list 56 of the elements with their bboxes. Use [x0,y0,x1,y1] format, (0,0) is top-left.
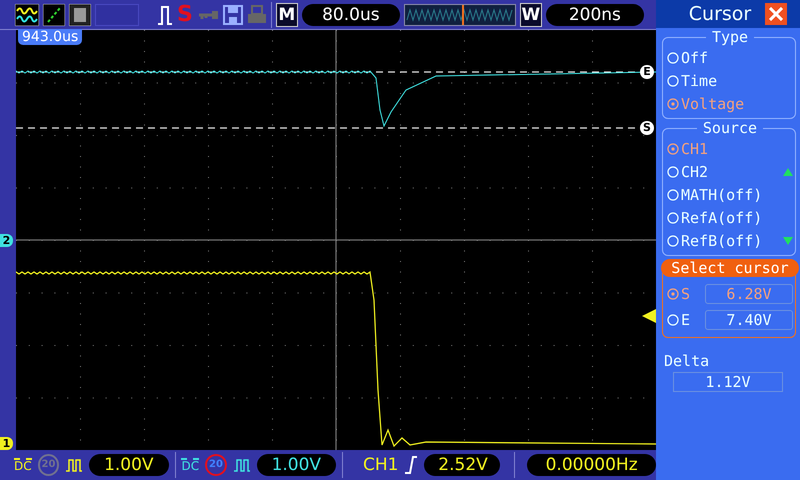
save-icon[interactable] [222,4,243,26]
channel-marker[interactable]: 2 [0,234,13,247]
option-label[interactable]: CH2 [681,162,708,180]
radio-selected-icon[interactable] [667,98,679,110]
menu-title: Cursor [688,3,752,25]
radio-selected-icon[interactable] [667,288,679,300]
radio-icon[interactable] [667,74,679,86]
cursor-value[interactable]: 7.40V [705,310,793,330]
scroll-up-icon[interactable] [783,168,793,176]
group-title: Source [702,119,758,137]
close-icon [769,7,784,21]
cursor-marker[interactable]: E [640,65,654,79]
window-timebase-value[interactable]: 200ns [546,4,644,26]
coupling-label: DC [181,458,200,472]
option-label[interactable]: E [681,311,690,329]
timebase-value[interactable]: 80.0us [302,4,400,26]
printer-icon [246,4,267,26]
cursor-marker[interactable]: S [640,121,654,135]
volts-per-division[interactable]: 1.00V [256,454,336,476]
waveform-icon[interactable] [15,4,39,26]
empty-slot-icon [95,4,139,26]
main-timebase-label: M [276,2,298,26]
pulse-icon[interactable] [157,4,173,26]
dots-icon[interactable] [43,4,65,26]
bandwidth-limit-indicator: 20 [205,454,227,476]
volts-per-division[interactable]: 1.00V [89,454,168,476]
radio-icon[interactable] [667,188,679,200]
rising-edge-icon [404,455,418,475]
delta-value: 1.12V [673,372,783,392]
window-timebase-label: W [520,2,542,26]
option-label[interactable]: MATH(off) [681,186,762,204]
option-label[interactable]: Off [681,48,708,66]
radio-icon[interactable] [667,166,679,178]
option-label[interactable]: Time [681,72,718,90]
radio-icon[interactable] [667,314,679,326]
trigger-level-icon[interactable] [642,309,656,323]
trigger-level[interactable]: 2.52V [424,454,500,476]
channel-marker[interactable]: 1 [0,437,13,450]
radio-icon[interactable] [667,212,679,224]
trigger-position-label: 943.0us [18,29,82,45]
close-button[interactable] [765,3,788,25]
group-title: Select cursor [661,259,799,277]
image-icon[interactable] [69,4,91,26]
radio-icon[interactable] [667,52,679,64]
run-state-indicator: S [177,2,193,27]
scroll-down-icon[interactable] [783,236,793,244]
option-label[interactable]: RefA(off) [681,208,762,226]
trigger-source: CH1 [362,455,398,475]
group-title: Type [710,28,750,46]
coupling-label: DC [14,458,32,472]
bandwidth-limit-indicator: 20 [38,454,60,476]
frequency-readout: 0.00000Hz [527,454,656,476]
delta-label: Delta [664,352,710,370]
radio-selected-icon[interactable] [667,142,679,154]
option-label[interactable]: RefB(off) [681,232,762,250]
radio-icon[interactable] [667,234,679,246]
